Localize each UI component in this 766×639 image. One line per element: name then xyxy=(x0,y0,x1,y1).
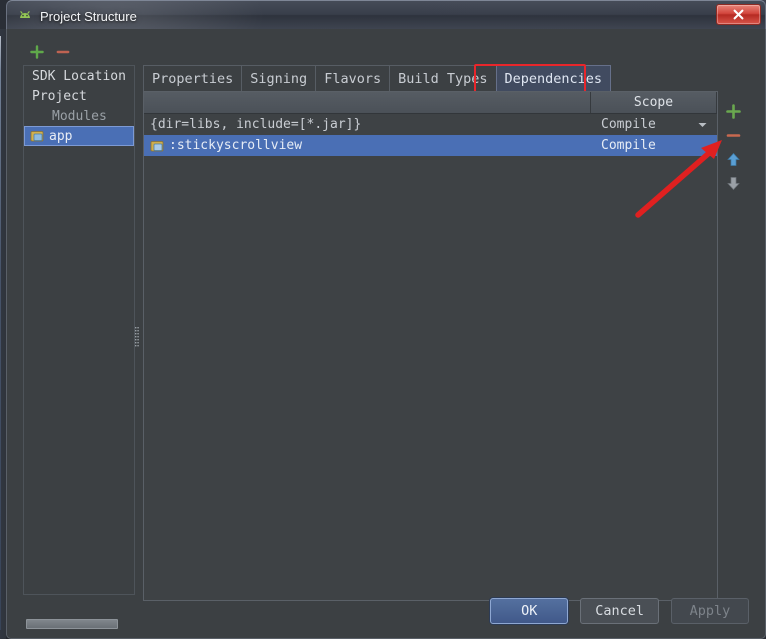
window-title: Project Structure xyxy=(40,8,137,24)
sidebar-item-project[interactable]: Project xyxy=(24,86,134,106)
sidebar-item-sdk-location[interactable]: SDK Location xyxy=(24,66,134,86)
window-titlebar[interactable]: Project Structure xyxy=(6,0,766,29)
tab-label: Signing xyxy=(250,70,308,87)
sidebar-item-label: app xyxy=(49,128,73,144)
splitter-grip-icon xyxy=(135,327,139,347)
tab-label: Dependencies xyxy=(504,70,603,87)
dependency-label: :stickyscrollview xyxy=(169,138,303,153)
sidebar-list: SDK Location Project Modules app xyxy=(23,65,135,595)
column-header-scope[interactable]: Scope xyxy=(591,92,717,113)
tab-properties[interactable]: Properties xyxy=(143,65,243,91)
chevron-down-icon[interactable] xyxy=(698,122,707,128)
apply-button[interactable]: Apply xyxy=(671,598,749,624)
add-dependency-button[interactable] xyxy=(725,103,742,120)
sidebar-item-label: Project xyxy=(32,88,87,104)
column-header-dependency[interactable] xyxy=(144,92,591,113)
sidebar-horizontal-scrollbar[interactable] xyxy=(25,618,133,630)
cell-dependency: {dir=libs, include=[*.jar]} xyxy=(144,114,591,135)
tab-dependencies[interactable]: Dependencies xyxy=(495,65,612,91)
project-structure-window: Project Structure SDK Location Project M… xyxy=(6,0,766,639)
sidebar-splitter[interactable] xyxy=(133,65,141,595)
tab-signing[interactable]: Signing xyxy=(241,65,317,91)
sidebar-item-app[interactable]: app xyxy=(24,126,134,146)
tab-label: Flavors xyxy=(324,70,382,87)
sidebar-add-module-button[interactable] xyxy=(29,44,45,60)
window-title-group: Project Structure xyxy=(17,6,137,26)
cell-scope[interactable]: Compile xyxy=(591,114,717,135)
dependencies-toolbar xyxy=(719,93,747,213)
move-down-button[interactable] xyxy=(725,175,742,192)
sidebar-item-label: SDK Location xyxy=(32,68,126,84)
sidebar-group-label: Modules xyxy=(52,108,107,124)
sidebar-group-modules: Modules xyxy=(24,106,134,126)
module-icon xyxy=(150,140,164,151)
dialog-footer-buttons: OK Cancel Apply xyxy=(490,598,749,624)
tab-flavors[interactable]: Flavors xyxy=(315,65,391,91)
tab-label: Properties xyxy=(152,70,234,87)
cancel-button[interactable]: Cancel xyxy=(580,598,659,624)
cell-dependency: :stickyscrollview xyxy=(144,135,591,156)
module-icon xyxy=(30,131,44,142)
move-up-button[interactable] xyxy=(725,151,742,168)
window-left-edge-highlight xyxy=(0,36,1,630)
close-icon xyxy=(733,9,744,20)
window-close-button[interactable] xyxy=(716,4,761,25)
table-row[interactable]: {dir=libs, include=[*.jar]} Compile xyxy=(144,114,717,135)
scope-label: Compile xyxy=(601,138,656,153)
tab-bar: Properties Signing Flavors Build Types D… xyxy=(143,65,612,91)
scope-label: Compile xyxy=(601,117,656,132)
android-studio-icon xyxy=(20,11,30,18)
sidebar-scrollbar-thumb[interactable] xyxy=(26,619,118,629)
tab-label: Build Types xyxy=(398,70,488,87)
dependencies-table: Scope {dir=libs, include=[*.jar]} Compil… xyxy=(143,91,718,601)
dialog-body: SDK Location Project Modules app Propert… xyxy=(6,29,766,639)
ok-button[interactable]: OK xyxy=(490,598,569,624)
tab-build-types[interactable]: Build Types xyxy=(389,65,497,91)
cell-scope[interactable]: Compile xyxy=(591,135,717,156)
table-header-row: Scope xyxy=(144,92,717,114)
sidebar-remove-module-button[interactable] xyxy=(55,44,71,60)
table-row[interactable]: :stickyscrollview Compile xyxy=(144,135,717,156)
remove-dependency-button[interactable] xyxy=(725,127,742,144)
dependency-label: {dir=libs, include=[*.jar]} xyxy=(150,117,362,132)
sidebar-toolbar xyxy=(21,41,139,63)
